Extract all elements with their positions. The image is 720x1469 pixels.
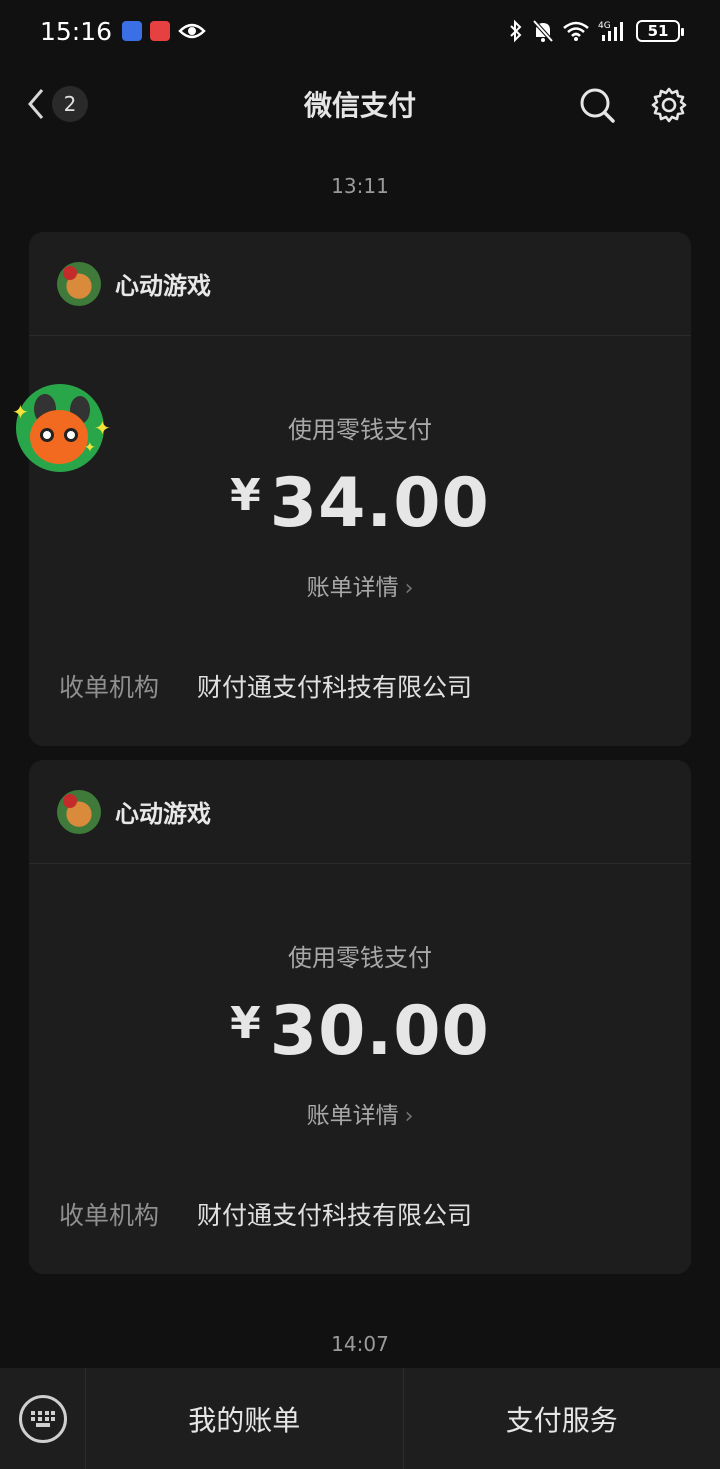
- currency-symbol: ¥: [230, 470, 262, 521]
- chevron-right-icon: ›: [404, 576, 414, 601]
- sparkle-icon: ✦: [12, 400, 29, 424]
- nav-bar: 2 微信支付: [0, 62, 720, 146]
- acquirer-label: 收单机构: [59, 673, 160, 702]
- battery-indicator: 51: [636, 20, 684, 42]
- status-bar: 15:16 4G 51: [0, 0, 720, 62]
- avatar-eye: [64, 428, 78, 442]
- merchant-name: 心动游戏: [115, 800, 211, 828]
- message-time: 13:11: [331, 174, 389, 198]
- floating-game-avatar[interactable]: ✦ ✦ ✦: [12, 384, 111, 472]
- chevron-right-icon: ›: [404, 1104, 414, 1129]
- bottom-menu-bar: 我的账单 支付服务: [0, 1368, 720, 1469]
- amount-value: 30.00: [269, 992, 490, 1071]
- my-bills-button[interactable]: 我的账单: [86, 1368, 403, 1469]
- message-time: 14:07: [331, 1332, 389, 1356]
- sparkle-icon: ✦: [94, 416, 111, 440]
- payment-card[interactable]: 心动游戏 使用零钱支付 ¥34.00 账单详情 › 收单机构 财付通支付科技有限公…: [29, 232, 691, 746]
- wifi-icon: [563, 21, 589, 41]
- merchant-avatar: [57, 789, 101, 834]
- amount-value: 34.00: [269, 464, 490, 543]
- bill-detail-label: 账单详情: [306, 1103, 399, 1129]
- payment-card[interactable]: 心动游戏 使用零钱支付 ¥30.00 账单详情 › 收单机构 财付通支付科技有限公…: [29, 760, 691, 1274]
- cellular-signal-icon: 4G: [598, 21, 623, 41]
- bill-detail-link[interactable]: 账单详情 ›: [29, 1096, 691, 1130]
- notification-icons: [122, 21, 206, 41]
- acquirer-row: 收单机构 财付通支付科技有限公司: [59, 668, 472, 704]
- bluetooth-icon: [510, 19, 522, 43]
- acquirer-label: 收单机构: [59, 1201, 160, 1230]
- gear-icon[interactable]: [650, 86, 688, 124]
- eye-icon: [178, 23, 206, 39]
- merchant-avatar: [57, 261, 101, 306]
- payment-method: 使用零钱支付: [288, 944, 432, 972]
- card-header[interactable]: 心动游戏: [29, 232, 691, 336]
- svg-text:4G: 4G: [598, 21, 611, 31]
- status-right: 4G 51: [508, 19, 684, 43]
- bill-detail-link[interactable]: 账单详情 ›: [29, 568, 691, 602]
- payment-amount: ¥34.00: [29, 464, 691, 543]
- avatar-face: [30, 410, 88, 464]
- avatar-eye: [40, 428, 54, 442]
- mute-bell-icon: [532, 19, 554, 43]
- baidu-app-icon: [122, 21, 143, 41]
- status-time: 15:16: [40, 16, 113, 46]
- keyboard-icon: [18, 1394, 67, 1443]
- currency-symbol: ¥: [230, 998, 262, 1049]
- acquirer-value: 财付通支付科技有限公司: [197, 1201, 473, 1230]
- payment-amount: ¥30.00: [29, 992, 691, 1071]
- bill-detail-label: 账单详情: [306, 575, 399, 601]
- search-icon[interactable]: [578, 86, 616, 124]
- merchant-name: 心动游戏: [115, 272, 211, 300]
- red-app-icon: [150, 21, 171, 41]
- acquirer-row: 收单机构 财付通支付科技有限公司: [59, 1196, 472, 1232]
- acquirer-value: 财付通支付科技有限公司: [197, 673, 473, 702]
- pay-services-button[interactable]: 支付服务: [402, 1368, 720, 1469]
- keyboard-toggle-button[interactable]: [0, 1368, 86, 1469]
- sparkle-icon: ✦: [84, 440, 96, 456]
- card-header[interactable]: 心动游戏: [29, 760, 691, 864]
- payment-method: 使用零钱支付: [288, 416, 432, 444]
